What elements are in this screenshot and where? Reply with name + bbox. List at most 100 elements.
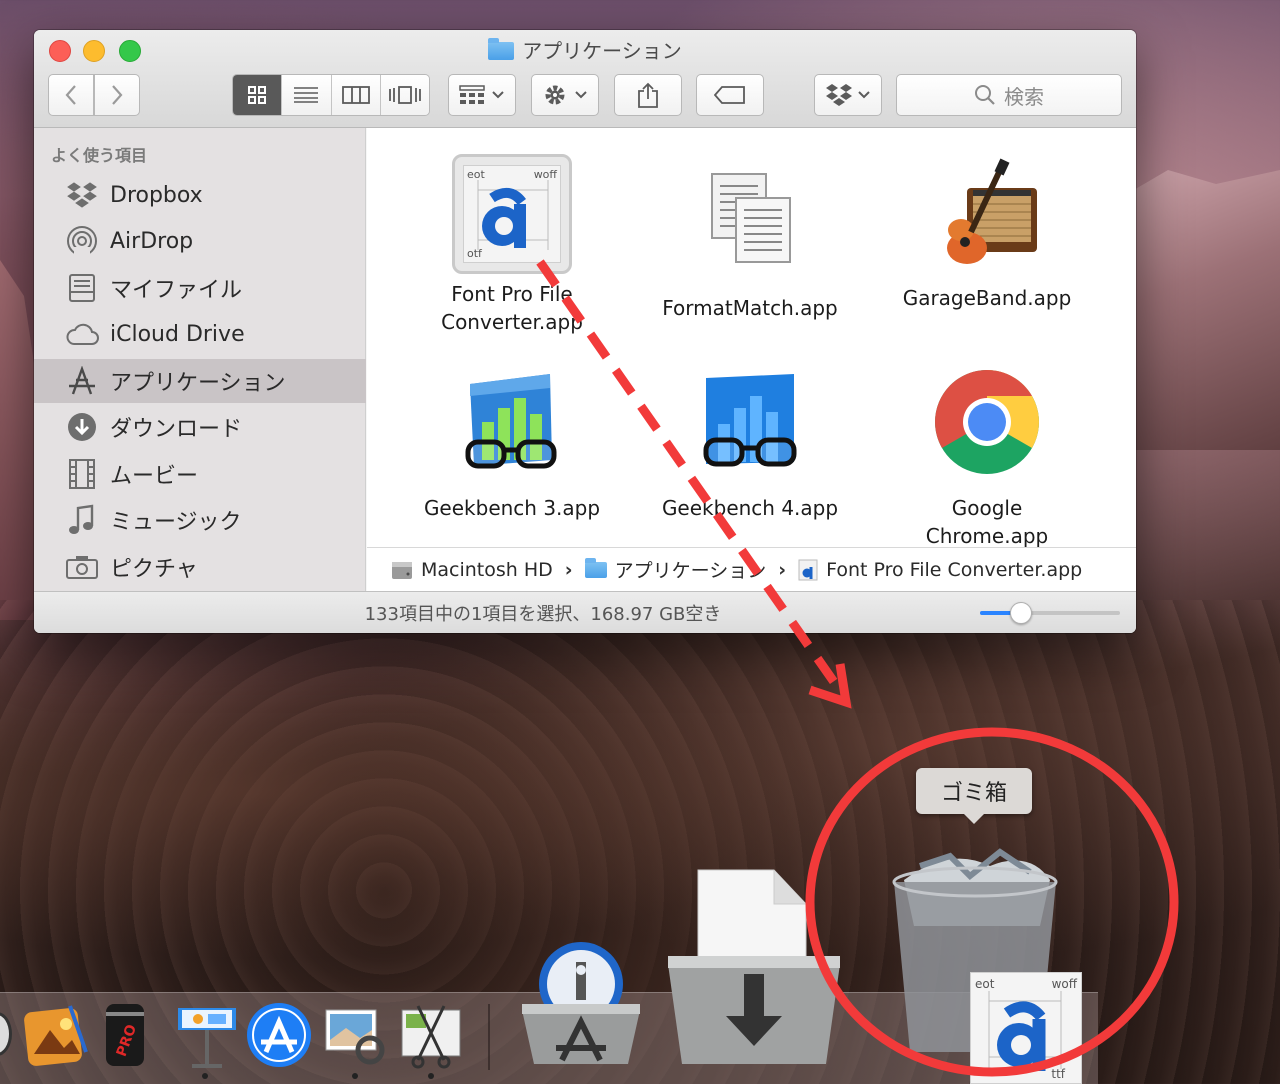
window-title-area: アプリケーション	[34, 38, 1136, 64]
chrome-app-icon	[927, 368, 1047, 488]
status-text: 133項目中の1項目を選択、168.97 GB空き	[364, 603, 722, 625]
file-item-google-chrome[interactable]: Google Chrome.app	[882, 368, 1092, 547]
font-document-icon: eot woff otf	[463, 165, 561, 263]
letter-a-icon	[477, 180, 549, 250]
dock-applications-stack-icon[interactable]	[518, 940, 644, 1070]
sidebar-item-label: Dropbox	[110, 182, 203, 208]
chevron-left-icon	[65, 85, 76, 105]
grid-icon	[248, 86, 267, 104]
filename-line-2: Converter.app	[441, 310, 583, 334]
sidebar-item-movies[interactable]: ムービー	[34, 452, 366, 496]
tags-button[interactable]	[696, 74, 764, 116]
icon-size-slider[interactable]	[980, 602, 1120, 624]
dropbox-icon	[826, 84, 852, 106]
chevron-right-icon	[112, 85, 123, 105]
formatmatch-app-icon	[690, 168, 810, 288]
arrange-button[interactable]	[448, 74, 516, 116]
gear-icon	[545, 85, 565, 105]
chevron-down-icon	[575, 91, 587, 99]
sidebar-item-label: iCloud Drive	[110, 321, 245, 347]
sidebar-item-label: ミュージック	[110, 510, 242, 535]
sidebar-item-downloads[interactable]: ダウンロード	[34, 405, 366, 449]
window-title: アプリケーション	[522, 39, 682, 63]
all-files-icon	[65, 274, 99, 302]
font-pro-small-icon	[798, 559, 818, 580]
path-separator-icon: ›	[778, 558, 787, 581]
letter-a-icon	[988, 991, 1062, 1071]
action-button[interactable]	[531, 74, 599, 116]
slider-knob[interactable]	[1009, 602, 1032, 624]
sidebar-item-dropbox[interactable]: Dropbox	[34, 173, 366, 217]
file-item-geekbench-4[interactable]: Geekbench 4.app	[645, 368, 855, 522]
filename-line-1: Google	[951, 496, 1023, 520]
file-item-geekbench-3[interactable]: Geekbench 3.app	[407, 368, 617, 522]
icon-view-button[interactable]	[233, 75, 283, 115]
dock-screenshot-tool-icon[interactable]	[396, 1000, 466, 1070]
sidebar-item-applications[interactable]: アプリケーション	[34, 359, 366, 403]
search-icon	[975, 85, 995, 105]
sidebar-item-pictures[interactable]: ピクチャ	[34, 545, 366, 589]
sidebar-item-airdrop[interactable]: AirDrop	[34, 219, 366, 263]
selected-filename: Font Pro File Converter.app	[441, 282, 583, 334]
file-item-formatmatch[interactable]: FormatMatch.app	[645, 168, 855, 322]
filename-line-1: Font Pro File	[451, 282, 573, 306]
dock-app-store-icon[interactable]	[244, 1000, 314, 1070]
wallpaper-mountain	[1120, 170, 1280, 450]
font-pro-app-icon: eot woff otf	[452, 154, 572, 274]
dock-keynote-icon[interactable]	[172, 1000, 242, 1070]
dropbox-button[interactable]	[814, 74, 882, 116]
sidebar-item-music[interactable]: ミュージック	[34, 498, 366, 542]
geekbench-3-app-icon	[452, 368, 572, 488]
path-folder[interactable]: アプリケーション	[615, 556, 767, 583]
file-label: Geekbench 4.app	[661, 496, 839, 520]
coverflow-view-button[interactable]	[380, 75, 429, 115]
forward-button[interactable]	[94, 74, 140, 116]
path-file[interactable]: Font Pro File Converter.app	[826, 559, 1082, 581]
music-note-icon	[65, 504, 99, 534]
share-icon	[638, 82, 658, 108]
search-placeholder: 検索	[1004, 84, 1044, 109]
file-item-garageband[interactable]: GarageBand.app	[882, 158, 1092, 312]
column-view-button[interactable]	[331, 75, 381, 115]
applications-icon	[65, 366, 99, 395]
dock-jpegmini-icon[interactable]: PRO	[100, 1000, 170, 1070]
dock-running-indicator	[202, 1073, 208, 1079]
file-label: FormatMatch.app	[662, 296, 838, 320]
sidebar-item-all-files[interactable]: マイファイル	[34, 266, 366, 310]
sidebar-item-label: マイファイル	[110, 278, 243, 303]
view-mode-segment	[232, 74, 430, 116]
applications-folder-icon	[488, 38, 515, 60]
camera-icon	[65, 553, 99, 581]
sidebar-item-label: ピクチャ	[110, 557, 198, 582]
garageband-app-icon	[927, 158, 1047, 278]
path-separator-icon: ›	[564, 558, 573, 581]
file-label: Google Chrome.app	[882, 494, 1092, 547]
back-button[interactable]	[48, 74, 94, 116]
file-browser: eot woff otf Font Pro File Converter.app	[367, 128, 1136, 547]
dock-preview-icon[interactable]	[320, 1000, 390, 1070]
file-label: Font Pro File Converter.app	[407, 280, 617, 336]
file-item-font-pro-file-converter[interactable]: eot woff otf Font Pro File Converter.app	[407, 154, 617, 336]
columns-icon	[341, 86, 370, 104]
search-field[interactable]: 検索	[896, 74, 1122, 116]
dragged-font-file-icon: eot woff ttf	[970, 972, 1082, 1084]
hard-disk-icon	[392, 561, 412, 579]
dropbox-icon	[65, 181, 99, 209]
dock-divider	[488, 1004, 490, 1070]
sidebar-item-label: ムービー	[110, 464, 199, 489]
list-icon	[294, 87, 319, 103]
dock-iphoto-icon[interactable]	[20, 1000, 90, 1070]
list-view-button[interactable]	[282, 75, 332, 115]
film-icon	[65, 459, 99, 489]
sidebar-item-icloud-drive[interactable]: iCloud Drive	[34, 312, 366, 356]
coverflow-icon	[388, 86, 421, 104]
cloud-icon	[65, 320, 99, 348]
applications-folder-icon	[584, 557, 607, 578]
file-label: GarageBand.app	[902, 286, 1072, 310]
share-button[interactable]	[614, 74, 682, 116]
tag-icon	[714, 86, 745, 104]
dock-running-indicator	[352, 1073, 358, 1079]
path-disk[interactable]: Macintosh HD	[421, 559, 553, 581]
dock-downloads-stack-icon[interactable]	[664, 868, 844, 1070]
sidebar-item-label: AirDrop	[110, 228, 194, 254]
